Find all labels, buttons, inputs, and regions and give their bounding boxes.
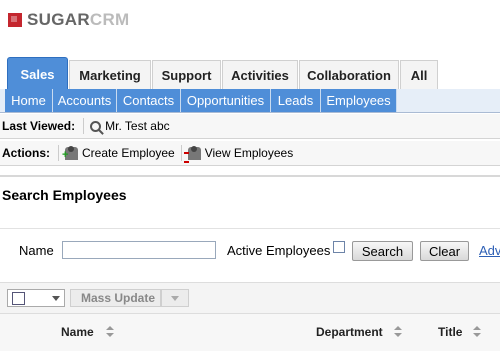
view-employees-link[interactable]: View Employees [183, 145, 294, 163]
module-tabs: Sales Marketing Support Activities Colla… [0, 57, 500, 90]
name-input[interactable] [62, 241, 216, 259]
mass-update-dropdown[interactable] [161, 289, 189, 307]
last-viewed-bar: Last Viewed: Mr. Test abc [0, 114, 500, 139]
subtab-home[interactable]: Home [5, 89, 53, 112]
subtab-leads[interactable]: Leads [271, 89, 321, 112]
sort-icon[interactable] [394, 326, 403, 338]
create-employee-label: Create Employee [82, 146, 175, 160]
column-header-name[interactable]: Name [61, 325, 94, 339]
subtab-opportunities[interactable]: Opportunities [181, 89, 271, 112]
chevron-down-icon [52, 296, 60, 301]
divider [180, 145, 182, 161]
search-button[interactable]: Search [352, 241, 413, 261]
list-toolbar: Mass Update [0, 282, 500, 313]
tab-sales[interactable]: Sales [7, 57, 68, 90]
logo-text-crm: CRM [89, 10, 130, 29]
create-employee-icon [62, 145, 78, 160]
sugarcrm-logo[interactable]: SUGARCRM [8, 9, 130, 31]
sort-icon[interactable] [473, 326, 482, 338]
title-divider [0, 175, 500, 177]
select-all-checkbox[interactable] [12, 292, 25, 305]
tab-all[interactable]: All [400, 60, 438, 89]
table-header: Name Department Title [0, 313, 500, 351]
actions-label: Actions: [2, 146, 50, 160]
create-employee-link[interactable]: Create Employee [62, 145, 175, 160]
last-viewed-item-label: Mr. Test abc [105, 119, 170, 133]
column-header-department[interactable]: Department [316, 325, 383, 339]
advanced-search-link[interactable]: Adv [479, 243, 500, 258]
divider [58, 145, 59, 161]
last-viewed-item[interactable]: Mr. Test abc [90, 119, 170, 133]
select-dropdown[interactable] [7, 289, 65, 307]
tab-support[interactable]: Support [152, 60, 221, 89]
logo-text-sugar: SUGAR [27, 10, 90, 29]
sub-tabs: Home Accounts Contacts Opportunities Lea… [0, 89, 500, 113]
subtab-employees[interactable]: Employees [321, 89, 397, 112]
column-header-title[interactable]: Title [438, 325, 462, 339]
divider [83, 118, 85, 134]
view-employees-label: View Employees [204, 146, 294, 160]
name-label: Name [19, 243, 54, 258]
search-form: Name Active Employees Search Clear Adv [0, 228, 500, 273]
sort-icon[interactable] [106, 326, 115, 338]
subtab-accounts[interactable]: Accounts [53, 89, 117, 112]
active-employees-checkbox[interactable] [333, 241, 345, 253]
last-viewed-label: Last Viewed: [2, 119, 76, 133]
actions-bar: Actions: Create Employee View Employees [0, 141, 500, 166]
active-employees-label: Active Employees [227, 243, 331, 258]
view-employees-icon [183, 145, 201, 163]
search-icon [90, 120, 102, 132]
tab-collaboration[interactable]: Collaboration [299, 60, 399, 89]
logo-cube-icon [8, 13, 22, 27]
page-title: Search Employees [2, 187, 127, 203]
logo-text: SUGARCRM [27, 10, 130, 30]
subtab-contacts[interactable]: Contacts [117, 89, 181, 112]
mass-update-button[interactable]: Mass Update [70, 289, 161, 307]
chevron-down-icon [171, 296, 179, 301]
clear-button[interactable]: Clear [420, 241, 469, 261]
tab-activities[interactable]: Activities [222, 60, 298, 89]
tab-marketing[interactable]: Marketing [69, 60, 151, 89]
